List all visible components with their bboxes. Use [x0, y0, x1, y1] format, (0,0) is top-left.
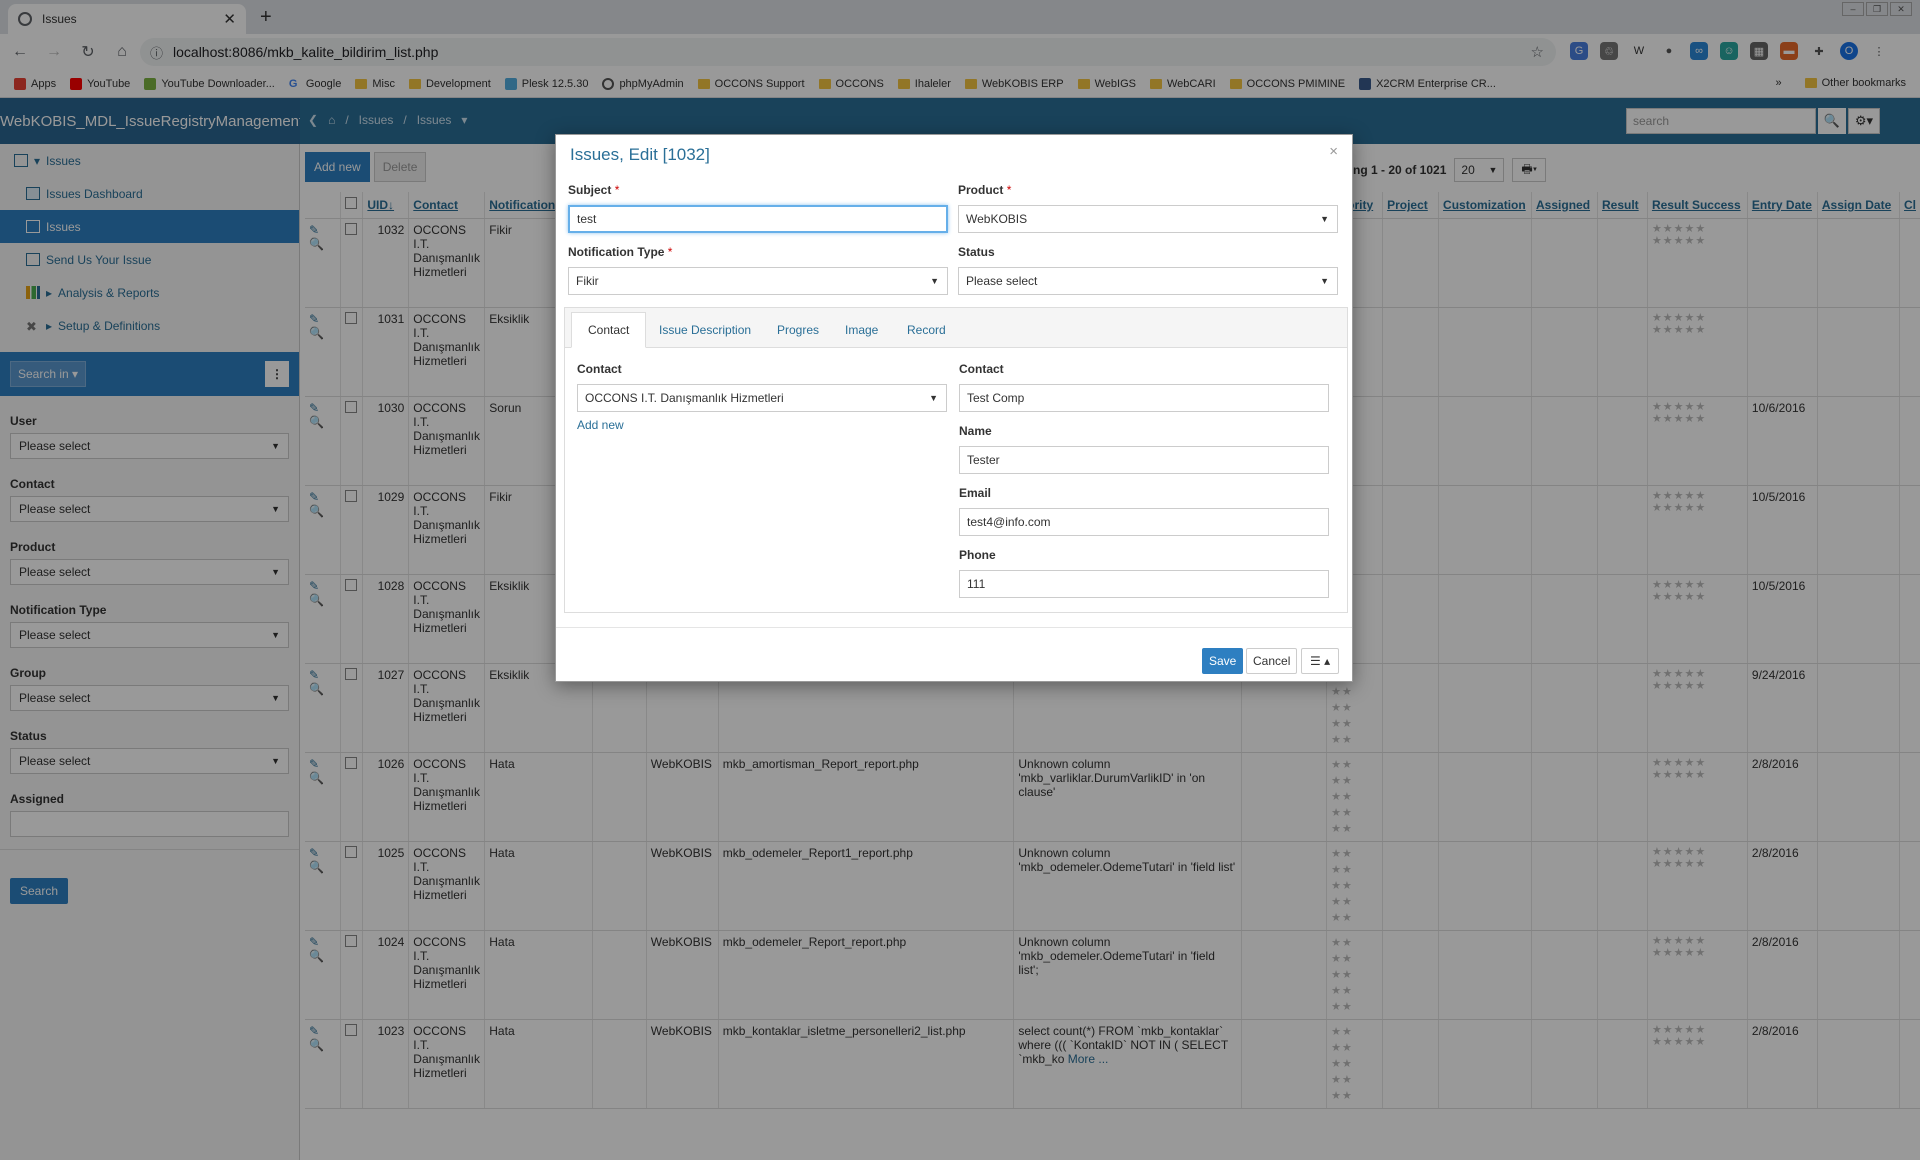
contact-select-label: Contact	[577, 362, 622, 376]
save-button[interactable]: Save	[1202, 648, 1244, 674]
name-input[interactable]: Tester	[959, 446, 1329, 474]
email-input[interactable]: test4@info.com	[959, 508, 1329, 536]
subject-label: Subject *	[568, 183, 620, 197]
contact-label: Contact	[959, 362, 1004, 376]
tab-issue-description[interactable]: Issue Description	[643, 312, 767, 348]
add-new-contact-link[interactable]: Add new	[577, 418, 624, 432]
tab-contact[interactable]: Contact	[571, 312, 647, 348]
tab-progres[interactable]: Progres	[761, 312, 835, 348]
required-marker: *	[614, 183, 620, 197]
status-select[interactable]: Please select ▼	[958, 267, 1338, 295]
edit-issue-dialog: Issues, Edit [1032] × Subject * test Pro…	[555, 134, 1353, 682]
close-icon[interactable]: ×	[1329, 143, 1338, 160]
product-select[interactable]: WebKOBIS ▼	[958, 205, 1338, 233]
required-marker: *	[1006, 183, 1012, 197]
dialog-title: Issues, Edit [1032]	[570, 145, 710, 164]
phone-label: Phone	[959, 548, 996, 562]
chevron-down-icon: ▼	[1320, 276, 1329, 286]
product-label: Product *	[958, 183, 1012, 197]
menu-icon[interactable]: ☰ ▴	[1301, 648, 1340, 674]
required-marker: *	[667, 245, 673, 259]
cancel-button[interactable]: Cancel	[1246, 648, 1298, 674]
email-label: Email	[959, 486, 992, 500]
notification-type-select[interactable]: Fikir ▼	[568, 267, 948, 295]
chevron-down-icon: ▼	[1320, 214, 1329, 224]
dialog-footer: Save Cancel ☰ ▴	[556, 627, 1352, 681]
contact-input[interactable]: Test Comp	[959, 384, 1329, 412]
contact-select[interactable]: OCCONS I.T. Danışmanlık Hizmetleri ▼	[577, 384, 947, 412]
status-label: Status	[958, 245, 995, 259]
subject-input[interactable]: test	[568, 205, 948, 233]
chevron-down-icon: ▼	[929, 393, 938, 403]
chevron-down-icon: ▼	[930, 276, 939, 286]
tab-image[interactable]: Image	[829, 312, 894, 348]
tab-record[interactable]: Record	[891, 312, 962, 348]
tab-container: Contact Issue Description Progres Image …	[564, 307, 1348, 613]
notification-type-label: Notification Type *	[568, 245, 673, 259]
phone-input[interactable]: 111	[959, 570, 1329, 598]
name-label: Name	[959, 424, 992, 438]
tab-bar: Contact Issue Description Progres Image …	[565, 308, 1347, 348]
